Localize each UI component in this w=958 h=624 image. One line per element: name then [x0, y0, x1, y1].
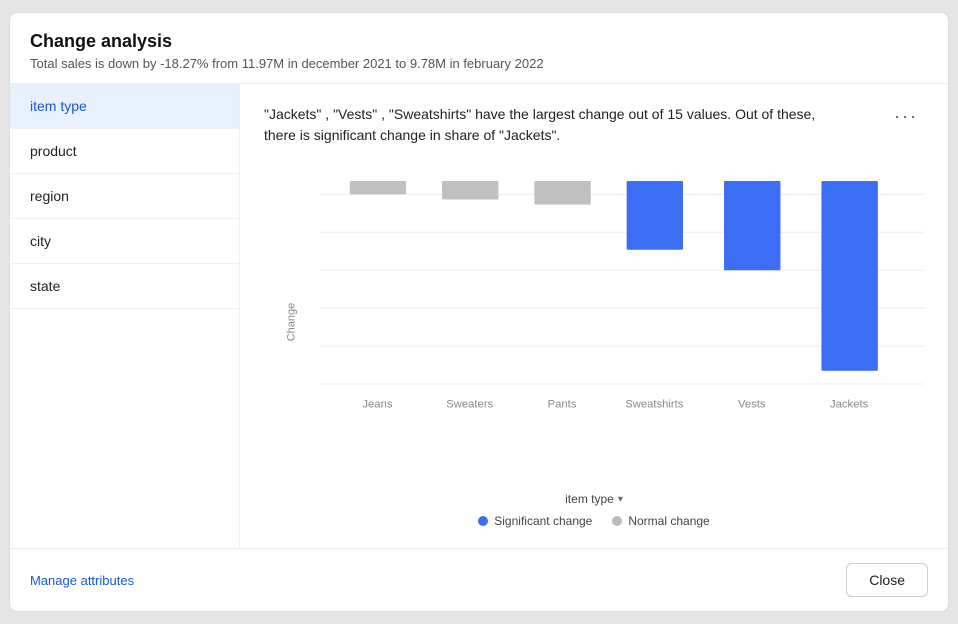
svg-text:Sweatshirts: Sweatshirts [625, 399, 684, 411]
svg-text:Vests: Vests [738, 399, 766, 411]
dialog-body: item type product region city state "Jac… [10, 84, 948, 548]
chart-container: Change 0 -250K -500K -750 [264, 162, 924, 528]
insight-text: "Jackets" , "Vests" , "Sweatshirts" have… [264, 104, 824, 146]
sidebar-item-item-type[interactable]: item type [10, 84, 239, 129]
svg-text:Jackets: Jackets [830, 399, 869, 411]
manage-attributes-button[interactable]: Manage attributes [30, 573, 134, 588]
dialog-footer: Manage attributes Close [10, 548, 948, 611]
dialog-subtitle: Total sales is down by -18.27% from 11.9… [30, 56, 928, 71]
svg-text:Jeans: Jeans [362, 399, 392, 411]
significant-dot [478, 516, 488, 526]
x-axis-title: item type ▾ [264, 492, 924, 506]
dialog-title: Change analysis [30, 31, 928, 52]
close-button[interactable]: Close [846, 563, 928, 597]
sidebar-item-product[interactable]: product [10, 129, 239, 174]
normal-dot [612, 516, 622, 526]
chart-legend: Significant change Normal change [264, 514, 924, 528]
x-axis-dropdown-icon[interactable]: ▾ [618, 494, 623, 505]
legend-normal: Normal change [612, 514, 709, 528]
legend-significant: Significant change [478, 514, 592, 528]
change-analysis-dialog: Change analysis Total sales is down by -… [9, 12, 949, 612]
y-axis-label: Change [285, 303, 297, 342]
more-options-button[interactable]: ··· [888, 104, 924, 129]
sidebar: item type product region city state [10, 84, 240, 548]
sidebar-item-state[interactable]: state [10, 264, 239, 309]
chart-svg: 0 -250K -500K -750K -1M -1.25M [319, 162, 924, 442]
dialog-header: Change analysis Total sales is down by -… [10, 13, 948, 84]
chart-inner: Change 0 -250K -500K -750 [264, 162, 924, 482]
svg-text:Sweaters: Sweaters [446, 399, 493, 411]
svg-text:Pants: Pants [548, 399, 577, 411]
sidebar-item-city[interactable]: city [10, 219, 239, 264]
sidebar-item-region[interactable]: region [10, 174, 239, 219]
main-content: "Jackets" , "Vests" , "Sweatshirts" have… [240, 84, 948, 548]
insight-header: "Jackets" , "Vests" , "Sweatshirts" have… [264, 104, 924, 146]
